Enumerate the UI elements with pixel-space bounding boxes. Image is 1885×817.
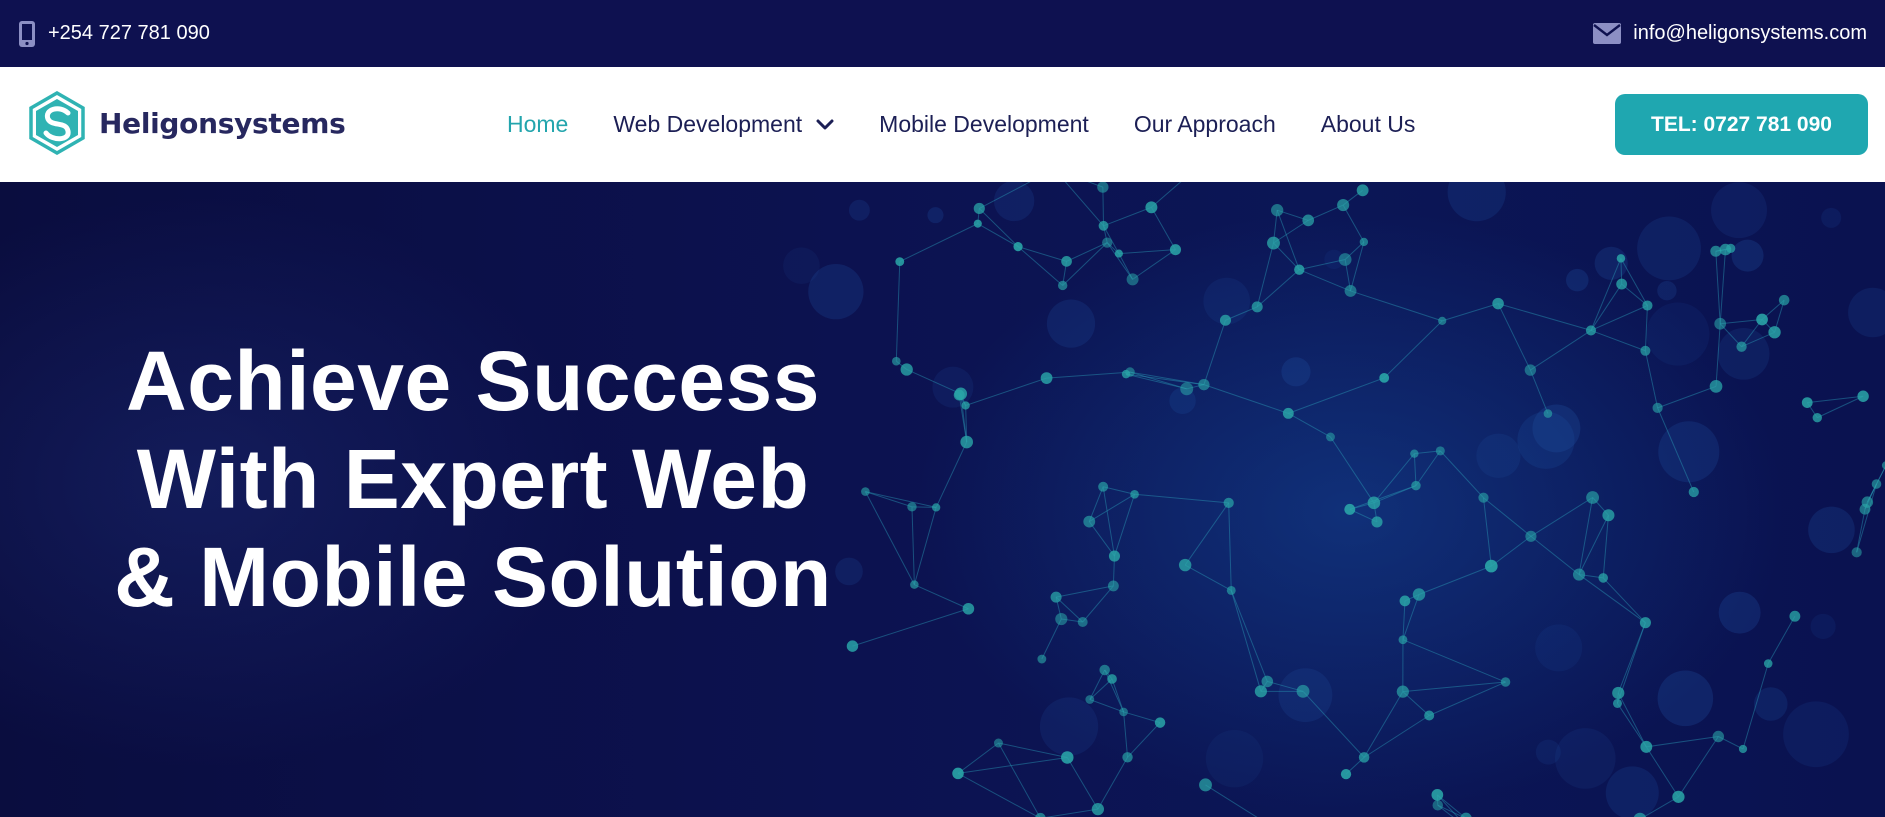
brand-logo[interactable]: Heligonsystems xyxy=(28,91,346,155)
chevron-down-icon[interactable] xyxy=(816,119,834,131)
primary-nav: Home Web Development Mobile Development … xyxy=(507,67,1460,182)
network-nodes-layer xyxy=(846,182,1885,817)
hero-headline-line-3: & Mobile Solution xyxy=(114,530,832,624)
nav-item-web-development[interactable]: Web Development xyxy=(613,111,834,138)
hero-headline-line-1: Achieve Success xyxy=(126,334,820,428)
nav-item-home[interactable]: Home xyxy=(507,111,568,138)
main-navbar: Heligonsystems Home Web Development Mobi… xyxy=(0,67,1885,182)
hero-section: Achieve Success With Expert Web & Mobile… xyxy=(0,182,1885,817)
nav-item-our-approach[interactable]: Our Approach xyxy=(1134,111,1276,138)
topbar-phone[interactable]: +254 727 781 090 xyxy=(18,20,210,48)
envelope-icon xyxy=(1593,23,1622,44)
nav-item-web-development-label: Web Development xyxy=(613,111,803,137)
call-phone-button[interactable]: TEL: 0727 781 090 xyxy=(1615,94,1868,155)
nav-item-mobile-development[interactable]: Mobile Development xyxy=(879,111,1089,138)
topbar-email-text: info@heligonsystems.com xyxy=(1633,22,1867,44)
network-glow-layer xyxy=(783,182,1885,817)
brand-name: Heligonsystems xyxy=(99,106,346,140)
nav-item-about-us[interactable]: About Us xyxy=(1321,111,1416,138)
topbar-phone-text: +254 727 781 090 xyxy=(48,22,210,44)
hero-headline: Achieve Success With Expert Web & Mobile… xyxy=(58,332,888,626)
hero-headline-line-2: With Expert Web xyxy=(136,432,810,526)
hexagon-s-logo-icon xyxy=(29,91,85,155)
mobile-phone-icon xyxy=(19,20,35,47)
topbar-email[interactable]: info@heligonsystems.com xyxy=(1593,22,1867,45)
top-contact-bar: +254 727 781 090 info@heligonsystems.com xyxy=(0,0,1885,67)
